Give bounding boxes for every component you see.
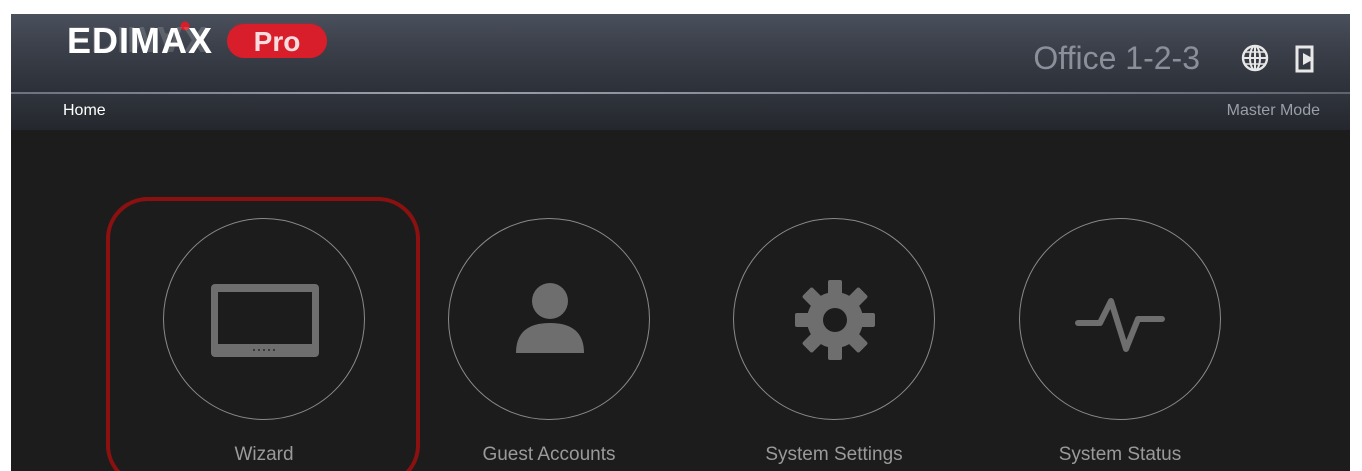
breadcrumb[interactable]: Home: [63, 102, 106, 120]
guest-accounts-tile[interactable]: [448, 218, 650, 420]
logout-icon[interactable]: [1294, 44, 1320, 74]
globe-icon[interactable]: [1241, 44, 1269, 72]
pulse-icon: [1075, 298, 1165, 352]
system-status-label: System Status: [1058, 444, 1182, 465]
logo-reflection: EDIMAX: [67, 20, 327, 60]
system-settings-tile[interactable]: [733, 218, 935, 420]
header-bar: EDIMAX Pro EDIMAX Office 1-2-3: [11, 14, 1350, 92]
user-icon: [516, 283, 584, 353]
selection-highlight: [106, 197, 420, 471]
subnav-bar: [11, 94, 1350, 130]
system-status-tile[interactable]: [1019, 218, 1221, 420]
svg-text:EDIMAX: EDIMAX: [67, 20, 207, 60]
gear-icon: [795, 280, 875, 360]
app-frame: EDIMAX Pro EDIMAX Office 1-2-3 Home Mast…: [11, 14, 1350, 471]
guest-accounts-label: Guest Accounts: [482, 444, 616, 465]
site-name: Office 1-2-3: [1033, 40, 1200, 76]
mode-indicator: Master Mode: [1226, 102, 1320, 119]
system-settings-label: System Settings: [765, 444, 903, 465]
